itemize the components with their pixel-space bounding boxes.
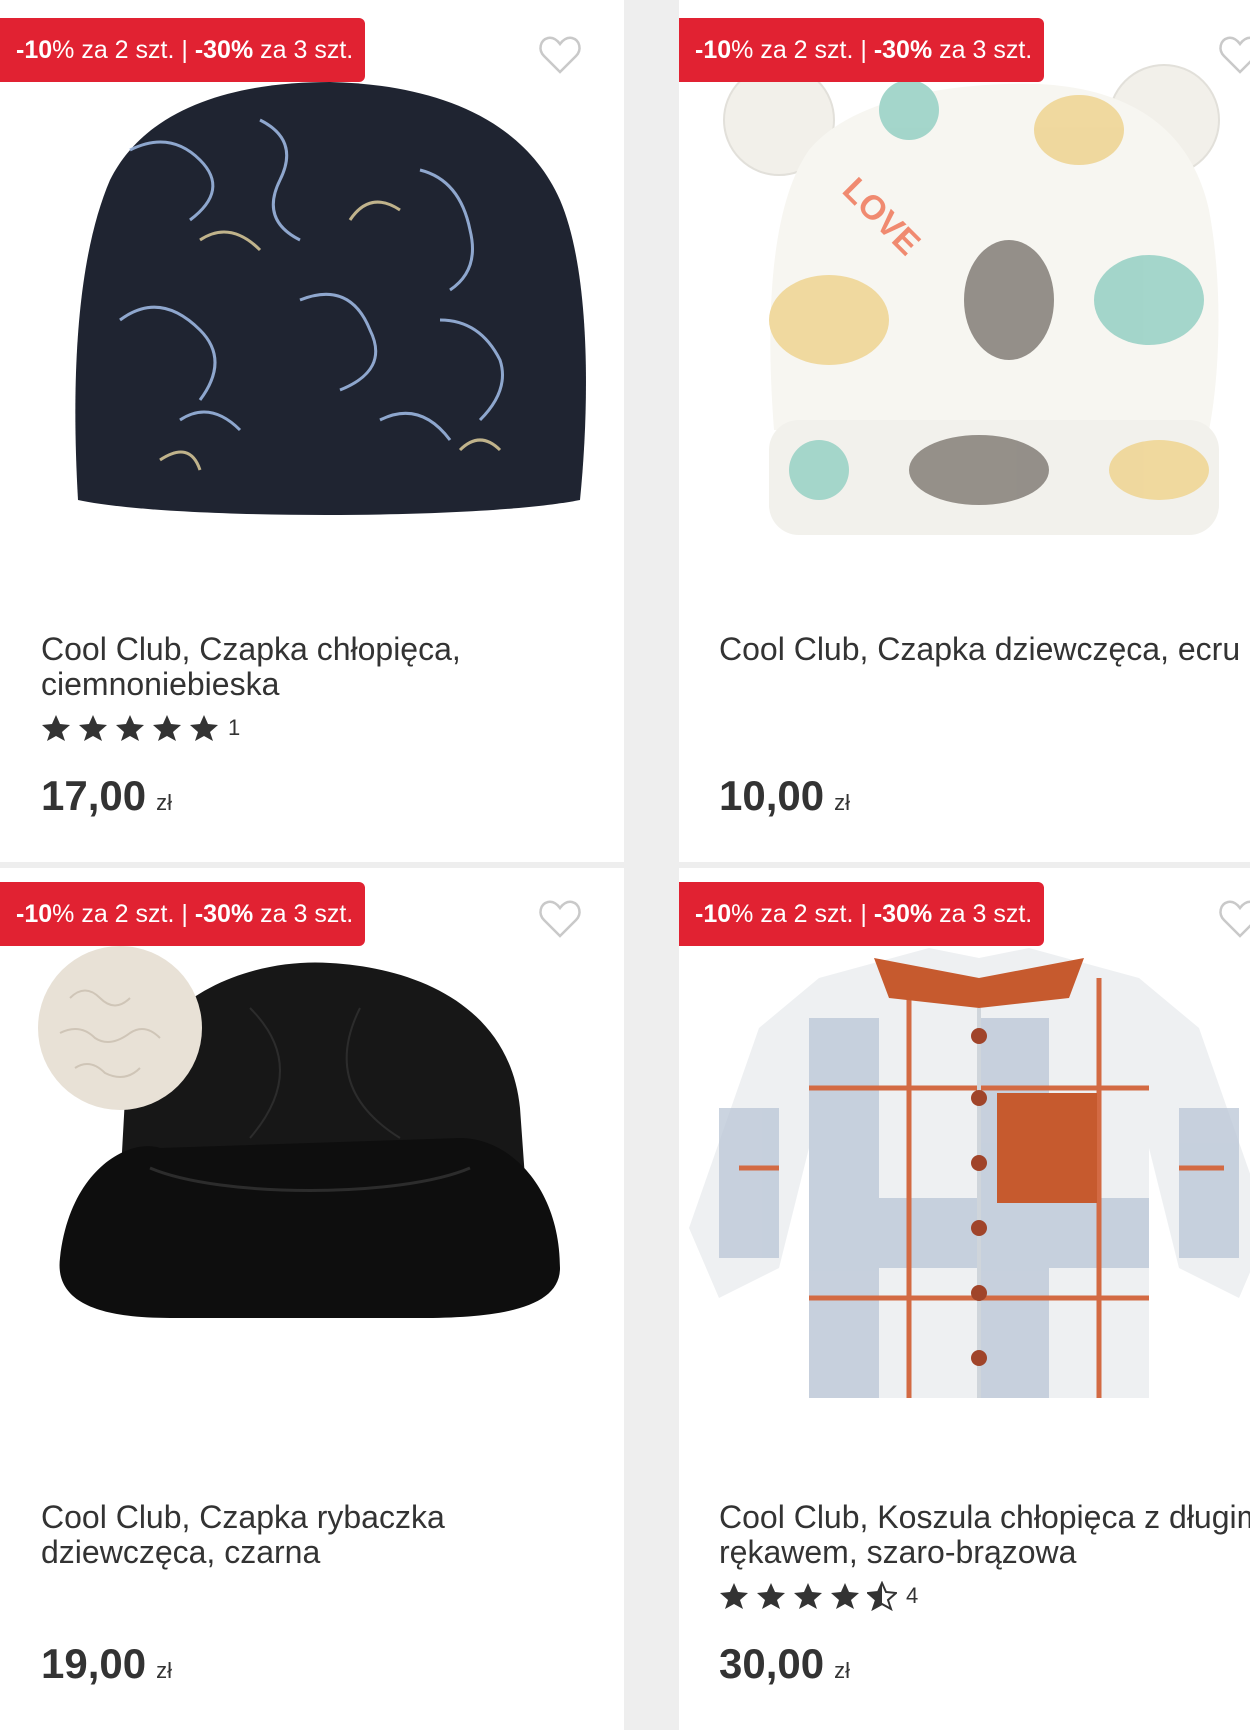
price: 30,00 zł xyxy=(719,1640,850,1687)
star-icon xyxy=(190,715,218,741)
promo-badge: -10% za 2 szt. | -30% za 3 szt. xyxy=(0,18,366,82)
rating: 1 xyxy=(41,713,240,743)
product-title[interactable]: Cool Club, Czapka chłopięca, ciemnoniebi… xyxy=(41,632,601,702)
product-title[interactable]: Cool Club, Czapka rybaczka dziewczęca, c… xyxy=(41,1500,601,1570)
product-image-black-bucket-hat[interactable] xyxy=(0,868,624,1428)
star-icon xyxy=(831,1583,859,1609)
star-icon xyxy=(116,715,144,741)
heart-outline-icon[interactable] xyxy=(536,30,584,78)
star-icon xyxy=(153,715,181,741)
star-icon xyxy=(79,715,107,741)
product-image-navy-dino-beanie[interactable] xyxy=(0,0,624,560)
product-title[interactable]: Cool Club, Czapka dziewczęca, ecru xyxy=(719,632,1250,667)
review-count: 1 xyxy=(228,715,241,740)
star-icon xyxy=(757,1583,785,1609)
product-image-plaid-shirt[interactable] xyxy=(679,868,1250,1428)
product-title[interactable]: Cool Club, Koszula chłopięca z długim rę… xyxy=(719,1500,1250,1570)
promo-badge: -10% za 2 szt. | -30% za 3 szt. xyxy=(679,882,1045,946)
product-card[interactable]: -10% za 2 szt. | -30% za 3 szt. Cool Clu… xyxy=(679,868,1250,1730)
product-image-ecru-animal-hat[interactable]: LOVE xyxy=(679,0,1250,560)
star-icon xyxy=(42,715,70,741)
review-count: 4 xyxy=(906,1583,919,1608)
price: 19,00 zł xyxy=(41,1640,172,1687)
star-icon xyxy=(794,1583,822,1609)
product-card[interactable]: LOVE -10% za 2 szt. | -30% za 3 szt. Coo… xyxy=(679,0,1250,862)
product-card[interactable]: -10% za 2 szt. | -30% za 3 szt. Cool Clu… xyxy=(0,868,624,1730)
star-icon xyxy=(720,1583,748,1609)
heart-outline-icon[interactable] xyxy=(1216,30,1250,78)
heart-outline-icon[interactable] xyxy=(536,894,584,942)
product-card[interactable]: -10% za 2 szt. | -30% za 3 szt. Cool Clu… xyxy=(0,0,624,862)
price: 17,00 zł xyxy=(41,772,172,819)
rating: 4 xyxy=(719,1581,918,1611)
promo-badge: -10% za 2 szt. | -30% za 3 szt. xyxy=(0,882,366,946)
promo-badge: -10% za 2 szt. | -30% za 3 szt. xyxy=(679,18,1045,82)
heart-outline-icon[interactable] xyxy=(1216,894,1250,942)
star-half-icon xyxy=(867,1581,897,1611)
price: 10,00 zł xyxy=(719,772,850,819)
